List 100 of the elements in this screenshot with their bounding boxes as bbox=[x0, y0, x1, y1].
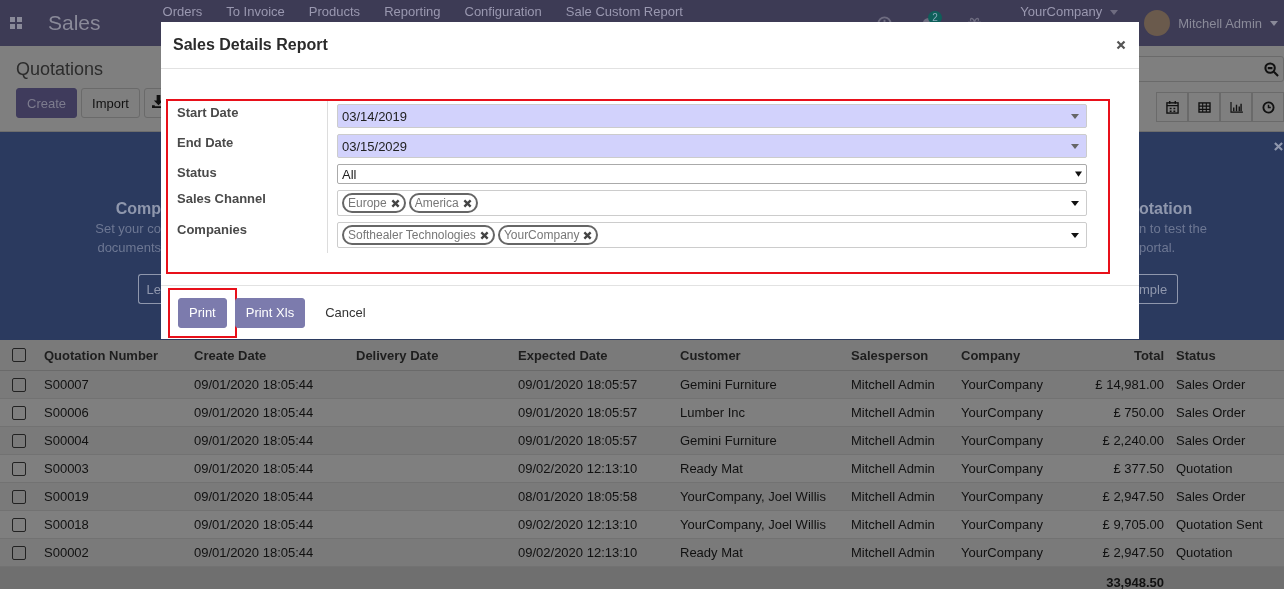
table-cell-text: Gemini Furniture bbox=[679, 433, 778, 448]
banner-text: n to test the bbox=[1139, 220, 1207, 238]
table-cell-text: Quotation bbox=[1175, 545, 1234, 560]
table-cell-text: Sales Order bbox=[1175, 377, 1247, 392]
table-cell-text: YourCompany, Joel Willis bbox=[679, 517, 827, 532]
cancel-button[interactable]: Cancel bbox=[317, 297, 374, 328]
table-cell-text: S00003 bbox=[43, 461, 90, 476]
user-menu[interactable]: Mitchell Admin bbox=[1178, 15, 1262, 31]
table-cell-text: £ 2,240.00 bbox=[1101, 433, 1165, 448]
column-header[interactable]: Salesperson bbox=[845, 347, 955, 363]
table-cell-text: S00004 bbox=[43, 433, 90, 448]
table-cell-text: 09/02/2020 12:13:10 bbox=[517, 517, 639, 532]
banner-title: Comp bbox=[115, 199, 161, 219]
table-cell-text: 09/02/2020 12:13:10 bbox=[517, 545, 639, 560]
table-cell-text: Quotation Sent bbox=[1175, 517, 1264, 532]
table-cell-text: 09/01/2020 18:05:44 bbox=[193, 545, 315, 560]
table-cell-text: £ 750.00 bbox=[1112, 405, 1165, 420]
menu-item[interactable]: Orders bbox=[162, 4, 203, 19]
app-title[interactable]: Sales bbox=[48, 11, 101, 35]
menu-item[interactable]: Products bbox=[308, 4, 361, 19]
column-header[interactable]: Status bbox=[1170, 347, 1280, 363]
tag-chip[interactable]: Europe bbox=[342, 193, 406, 213]
table-cell-text: S00019 bbox=[43, 489, 90, 504]
tag-chip[interactable]: YourCompany bbox=[497, 225, 599, 245]
table-cell-text: Ready Mat bbox=[679, 461, 744, 476]
field-label: Companies bbox=[177, 222, 249, 239]
table-cell-text: YourCompany bbox=[960, 461, 1044, 476]
create-button[interactable]: Create bbox=[16, 88, 78, 118]
table-cell-text: 09/01/2020 18:05:57 bbox=[517, 377, 639, 392]
table-cell-text: 09/01/2020 18:05:44 bbox=[193, 489, 315, 504]
table-cell-text: YourCompany bbox=[960, 489, 1044, 504]
tag-chip[interactable]: America bbox=[408, 193, 478, 213]
table-cell-text: 09/01/2020 18:05:57 bbox=[517, 433, 639, 448]
table-cell-text: Sales Order bbox=[1175, 489, 1247, 504]
table-cell-text: 09/02/2020 12:13:10 bbox=[517, 461, 639, 476]
table-cell-text: 09/01/2020 18:05:44 bbox=[193, 377, 315, 392]
page-title: Quotations bbox=[16, 59, 105, 80]
field-label: Status bbox=[177, 165, 218, 182]
total-sum: 33,948.50 bbox=[1105, 574, 1165, 589]
table-cell-text: £ 377.50 bbox=[1112, 461, 1165, 476]
table-cell-text: Mitchell Admin bbox=[850, 461, 936, 476]
column-header[interactable]: Quotation Number bbox=[38, 347, 188, 363]
table-cell-text: YourCompany bbox=[960, 545, 1044, 560]
dialog-title: Sales Details Report bbox=[173, 36, 328, 54]
table-cell-text: Quotation bbox=[1175, 461, 1234, 476]
table-cell-text: Mitchell Admin bbox=[850, 517, 936, 532]
menu-item[interactable]: Sale Custom Report bbox=[565, 4, 683, 19]
column-header[interactable]: Create Date bbox=[188, 347, 350, 363]
table-cell-text: 08/01/2020 18:05:58 bbox=[517, 489, 639, 504]
print-button[interactable]: Print bbox=[178, 297, 227, 328]
table-cell-text: YourCompany bbox=[960, 405, 1044, 420]
column-header[interactable]: Delivery Date bbox=[350, 347, 512, 363]
menu-item[interactable]: To Invoice bbox=[226, 4, 285, 19]
date-field[interactable]: 03/15/2029 bbox=[337, 134, 1087, 158]
table-cell-text: £ 9,705.00 bbox=[1101, 517, 1165, 532]
column-header[interactable]: Expected Date bbox=[512, 347, 674, 363]
tag-chip[interactable]: Softhealer Technologies bbox=[342, 225, 495, 245]
table-cell-text: S00002 bbox=[43, 545, 90, 560]
menu-item[interactable]: Reporting bbox=[384, 4, 441, 19]
field-label: Sales Channel bbox=[177, 191, 267, 208]
banner-title: otation bbox=[1139, 199, 1193, 219]
table-cell-text: Sales Order bbox=[1175, 405, 1247, 420]
company-switcher[interactable]: YourCompany bbox=[1020, 0, 1103, 19]
banner-text: portal. bbox=[1139, 239, 1176, 257]
menu-item[interactable]: Configuration bbox=[464, 4, 542, 19]
tags-field[interactable]: Softhealer Technologies YourCompany bbox=[337, 222, 1087, 248]
table-cell-text: 09/01/2020 18:05:57 bbox=[517, 405, 639, 420]
print-button[interactable]: Print Xls bbox=[234, 297, 306, 328]
table-cell-text: £ 14,981.00 bbox=[1094, 377, 1165, 392]
table-cell-text: Sales Order bbox=[1175, 433, 1247, 448]
table-cell-text: YourCompany bbox=[960, 517, 1044, 532]
banner-text: documents bbox=[97, 239, 161, 257]
import-button[interactable]: Import bbox=[81, 88, 140, 118]
column-header[interactable]: Total bbox=[1065, 347, 1170, 363]
table-cell-text: 09/01/2020 18:05:44 bbox=[193, 517, 315, 532]
table-cell-text: Mitchell Admin bbox=[850, 377, 936, 392]
table-cell-text: Gemini Furniture bbox=[679, 377, 778, 392]
tags-field[interactable]: Europe America bbox=[337, 190, 1087, 216]
table-cell-text: £ 2,947.50 bbox=[1101, 545, 1165, 560]
table-cell-text: YourCompany bbox=[960, 377, 1044, 392]
table-cell-text: YourCompany, Joel Willis bbox=[679, 489, 827, 504]
table-cell-text: YourCompany bbox=[960, 433, 1044, 448]
banner-text: Set your co bbox=[95, 220, 161, 238]
table-cell-text: Lumber Inc bbox=[679, 405, 747, 420]
column-header[interactable]: Customer bbox=[674, 347, 845, 363]
status-select[interactable]: All bbox=[337, 164, 1087, 184]
table-cell-text: Ready Mat bbox=[679, 545, 744, 560]
table-cell-text: 09/01/2020 18:05:44 bbox=[193, 433, 315, 448]
date-field[interactable]: 03/14/2019 bbox=[337, 104, 1087, 128]
table-cell-text: Mitchell Admin bbox=[850, 433, 936, 448]
table-cell-text: S00018 bbox=[43, 517, 90, 532]
table-cell-text: 09/01/2020 18:05:44 bbox=[193, 461, 315, 476]
column-header[interactable]: Company bbox=[955, 347, 1065, 363]
table-cell-text: £ 2,947.50 bbox=[1101, 489, 1165, 504]
table-cell-text: S00007 bbox=[43, 377, 90, 392]
table-cell-text: Mitchell Admin bbox=[850, 545, 936, 560]
field-label: End Date bbox=[177, 135, 235, 152]
field-label: Start Date bbox=[177, 105, 240, 122]
table-cell-text: S00006 bbox=[43, 405, 90, 420]
table-cell-text: Mitchell Admin bbox=[850, 405, 936, 420]
